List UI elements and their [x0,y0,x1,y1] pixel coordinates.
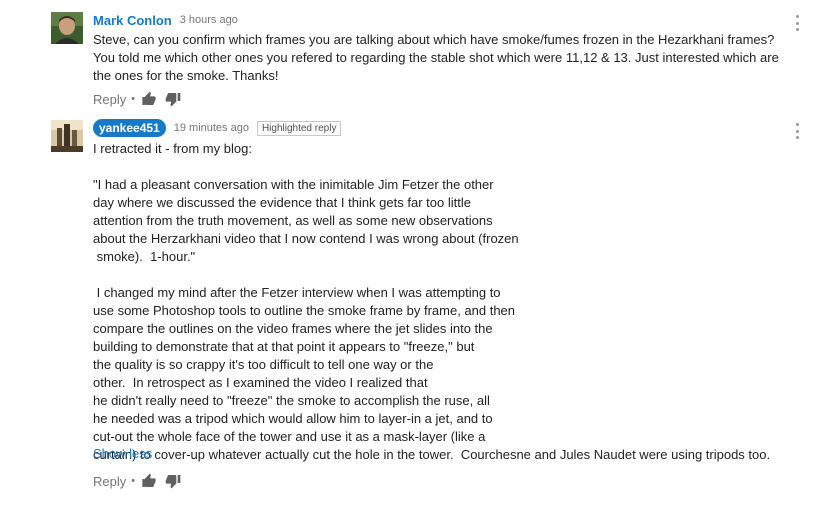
comment-actions: Reply • [93,89,189,109]
comment-header: yankee451 19 minutes ago Highlighted rep… [93,118,342,138]
thumb-down-icon[interactable] [165,91,181,107]
reply-button[interactable]: Reply [93,474,126,489]
comment-author-link[interactable]: yankee451 [93,119,166,137]
comment-text: Steve, can you confirm which frames you … [93,32,779,83]
separator-dot: • [131,93,136,105]
avatar-image [51,12,83,44]
thumb-up-icon[interactable] [141,91,157,107]
thumb-down-icon[interactable] [165,473,181,489]
comment-header: Mark Conlon 3 hours ago [93,10,238,30]
more-vert-icon[interactable] [793,15,801,31]
comment-actions: Reply • [93,471,189,491]
more-vert-icon[interactable] [793,123,801,139]
show-less-link[interactable]: Show less [93,446,152,461]
comment-timestamp[interactable]: 3 hours ago [180,14,238,26]
comment-text: I retracted it - from my blog: "I had a … [93,141,771,462]
avatar-image [51,120,83,152]
avatar[interactable] [51,120,83,152]
thumb-up-icon[interactable] [141,473,157,489]
separator-dot: • [131,475,136,487]
avatar[interactable] [51,12,83,44]
reply-button[interactable]: Reply [93,92,126,107]
highlighted-reply-badge: Highlighted reply [256,120,342,136]
comment-timestamp[interactable]: 19 minutes ago [174,122,249,134]
comment-author-link[interactable]: Mark Conlon [93,13,172,28]
